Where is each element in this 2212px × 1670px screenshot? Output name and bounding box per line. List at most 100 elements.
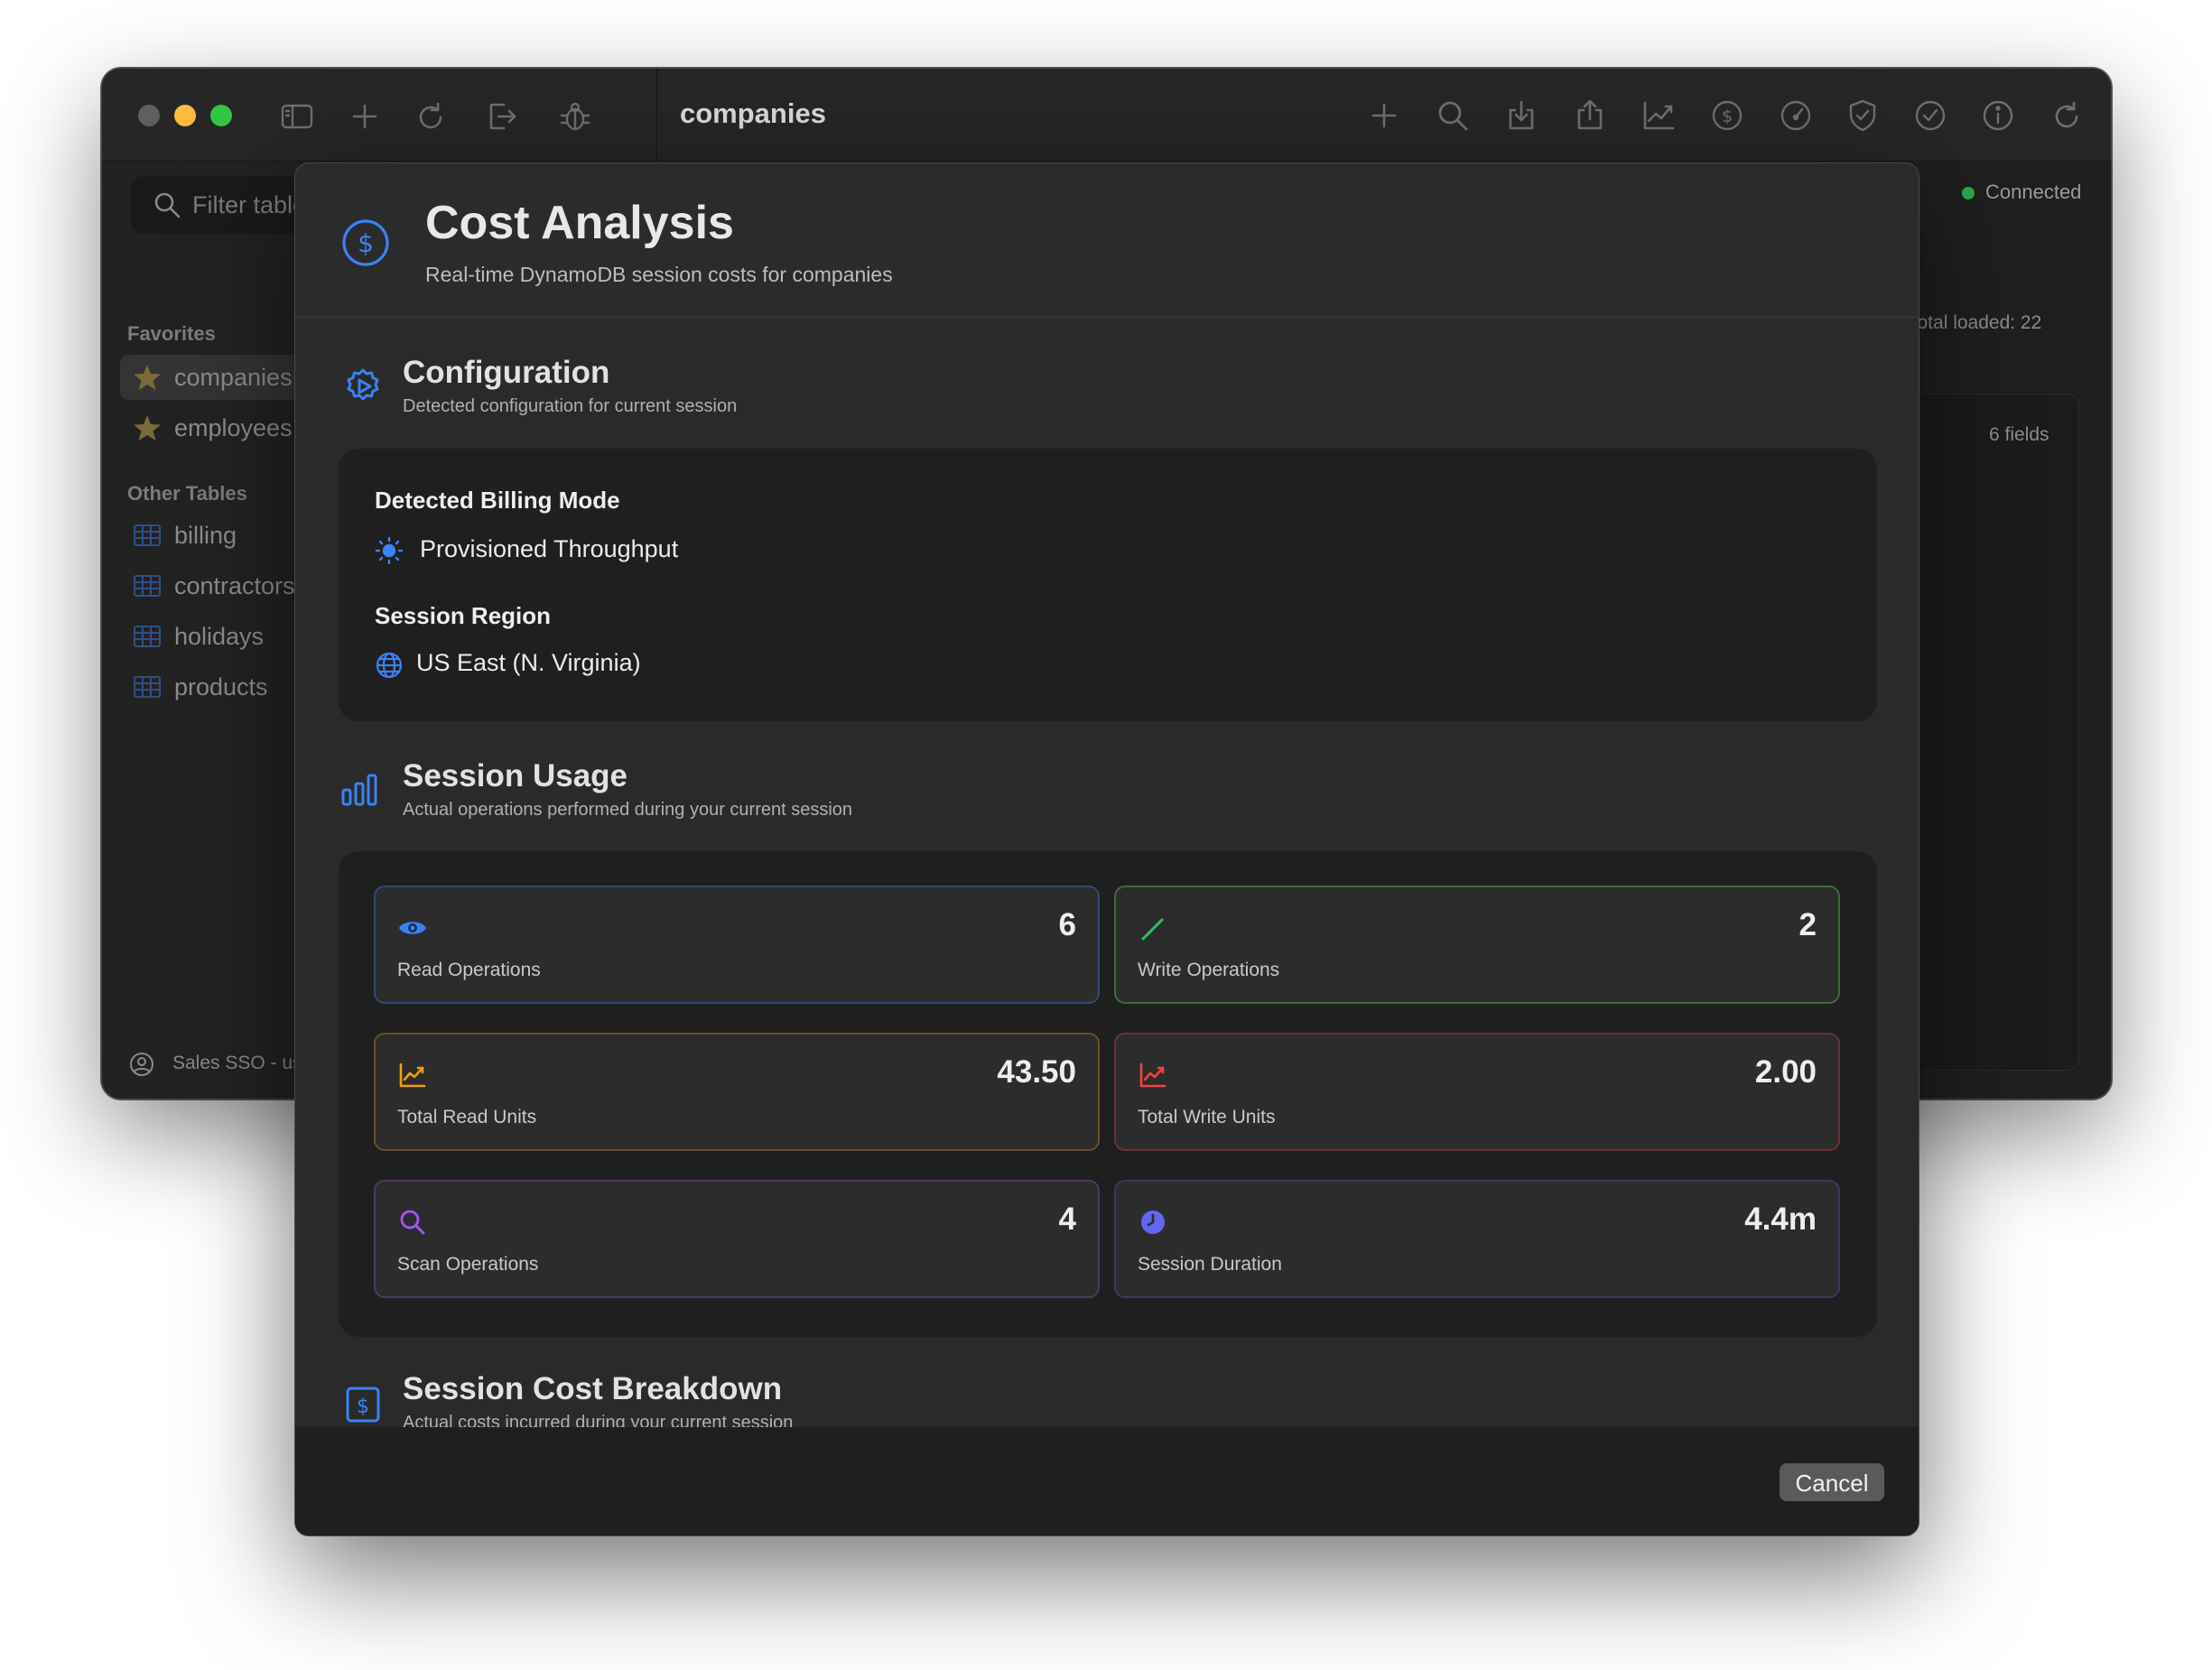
- stat-write-operations: 2 Write Operations: [1114, 886, 1840, 1004]
- dollar-circle-icon: $: [340, 218, 391, 268]
- billing-mode-value: Provisioned Throughput: [420, 535, 679, 562]
- refresh-icon[interactable]: [414, 99, 449, 134]
- cancel-button[interactable]: Cancel: [1780, 1463, 1884, 1501]
- session-region-value: US East (N. Virginia): [416, 649, 641, 676]
- sidebar-item-products[interactable]: products: [120, 664, 310, 710]
- user-circle-icon: [129, 1052, 154, 1077]
- total-loaded-label: Total loaded: 22: [1908, 312, 2042, 333]
- cost-breakdown-title: Session Cost Breakdown: [403, 1371, 783, 1406]
- sun-icon: [375, 535, 404, 565]
- svg-text:$: $: [357, 1396, 369, 1418]
- stat-value: 6: [1058, 907, 1076, 942]
- search-icon: [153, 190, 181, 219]
- dialog-footer: Cancel: [295, 1427, 1919, 1535]
- stat-scan-operations: 4 Scan Operations: [374, 1180, 1100, 1298]
- stat-read-operations: 6 Read Operations: [374, 886, 1100, 1004]
- connection-status: Connected: [1985, 181, 2082, 203]
- sidebar-item-label: employees: [174, 414, 293, 441]
- sidebar-item-contractors[interactable]: contractors: [120, 563, 310, 608]
- chart-line-icon: [1138, 1060, 1168, 1090]
- window-title: companies: [680, 97, 826, 129]
- globe-icon: [375, 651, 404, 680]
- sidebar-item-label: products: [174, 673, 268, 700]
- search-icon[interactable]: [1435, 97, 1471, 134]
- status-dot: [1962, 187, 1975, 199]
- table-icon: [133, 571, 162, 600]
- window-minimize-button[interactable]: [174, 105, 196, 126]
- session-usage-title: Session Usage: [403, 758, 627, 793]
- stat-total-read-units: 43.50 Total Read Units: [374, 1033, 1100, 1151]
- fields-count-label: 6 fields: [1989, 424, 2049, 445]
- stat-session-duration: 4.4m Session Duration: [1114, 1180, 1840, 1298]
- stat-total-write-units: 2.00 Total Write Units: [1114, 1033, 1840, 1151]
- sidebar-item-companies[interactable]: companies: [120, 355, 310, 400]
- fields-panel: [1903, 394, 2079, 1071]
- star-icon: [133, 363, 162, 392]
- configuration-card: Detected Billing Mode Provisioned Throug…: [339, 449, 1877, 721]
- pencil-icon: [1138, 913, 1168, 943]
- titlebar: companies $: [102, 69, 2111, 162]
- shield-icon[interactable]: [1845, 97, 1881, 134]
- sidebar: Filter tables Favorites companies employ…: [102, 162, 366, 1099]
- import-icon[interactable]: [1503, 97, 1539, 134]
- sidebar-toggle-icon[interactable]: [280, 99, 314, 134]
- stat-label: Total Write Units: [1138, 1107, 1276, 1127]
- sidebar-item-label: contractors: [174, 572, 295, 599]
- window-maximize-button[interactable]: [210, 105, 232, 126]
- star-icon: [133, 413, 162, 442]
- billing-mode-label: Detected Billing Mode: [375, 487, 620, 514]
- export-icon[interactable]: [1572, 97, 1608, 134]
- stat-value: 43.50: [997, 1054, 1076, 1090]
- table-icon: [133, 521, 162, 550]
- stat-value: 2: [1798, 907, 1817, 942]
- sidebar-toolbar: [102, 69, 657, 162]
- stat-value: 4: [1058, 1201, 1076, 1237]
- add-table-icon[interactable]: [348, 99, 382, 134]
- sidebar-item-employees[interactable]: employees: [120, 405, 310, 450]
- dialog-subtitle: Real-time DynamoDB session costs for com…: [425, 263, 893, 286]
- reload-icon[interactable]: [2049, 97, 2085, 134]
- magnifier-icon: [397, 1207, 428, 1238]
- sidebar-item-label: holidays: [174, 623, 265, 650]
- sidebar-item-label: companies: [174, 364, 293, 391]
- check-circle-icon[interactable]: [1912, 97, 1948, 134]
- configuration-title: Configuration: [403, 355, 610, 390]
- info-icon[interactable]: [1980, 97, 2016, 134]
- session-usage-subtitle: Actual operations performed during your …: [403, 800, 853, 820]
- favorites-heading: Favorites: [127, 322, 216, 345]
- session-usage-card: 6 Read Operations 2 Write Operations 43.…: [339, 851, 1877, 1337]
- table-icon: [133, 673, 162, 701]
- window-close-button[interactable]: [138, 105, 160, 126]
- sign-out-icon[interactable]: [484, 99, 518, 134]
- stat-label: Total Read Units: [397, 1107, 537, 1127]
- bar-chart-icon: [340, 768, 382, 810]
- gauge-icon[interactable]: [1778, 97, 1814, 134]
- stat-label: Write Operations: [1138, 960, 1280, 980]
- add-item-icon[interactable]: [1366, 97, 1402, 134]
- eye-icon: [397, 913, 428, 943]
- sidebar-item-billing[interactable]: billing: [120, 513, 310, 558]
- gear-icon: [342, 366, 384, 407]
- stat-label: Scan Operations: [397, 1254, 539, 1275]
- stat-value: 4.4m: [1744, 1201, 1817, 1237]
- chart-line-icon[interactable]: [1640, 97, 1677, 134]
- stat-value: 2.00: [1754, 1054, 1817, 1090]
- session-region-label: Session Region: [375, 602, 552, 629]
- cost-analysis-dialog: $ Cost Analysis Real-time DynamoDB sessi…: [294, 162, 1919, 1536]
- clock-icon: [1138, 1207, 1168, 1238]
- dialog-title: Cost Analysis: [425, 197, 734, 249]
- svg-text:$: $: [1722, 107, 1733, 126]
- other-tables-heading: Other Tables: [127, 482, 247, 505]
- stat-label: Read Operations: [397, 960, 541, 980]
- bug-icon[interactable]: [558, 99, 592, 134]
- dialog-header: $ Cost Analysis Real-time DynamoDB sessi…: [295, 163, 1919, 318]
- stat-label: Session Duration: [1138, 1254, 1282, 1275]
- sidebar-item-label: billing: [174, 522, 237, 549]
- svg-text:$: $: [358, 228, 374, 258]
- table-icon: [133, 622, 162, 651]
- sidebar-item-holidays[interactable]: holidays: [120, 614, 310, 659]
- chart-line-icon: [397, 1060, 428, 1090]
- configuration-subtitle: Detected configuration for current sessi…: [403, 396, 738, 416]
- dollar-circle-icon[interactable]: $: [1709, 97, 1745, 134]
- dollar-square-icon: $: [342, 1384, 384, 1425]
